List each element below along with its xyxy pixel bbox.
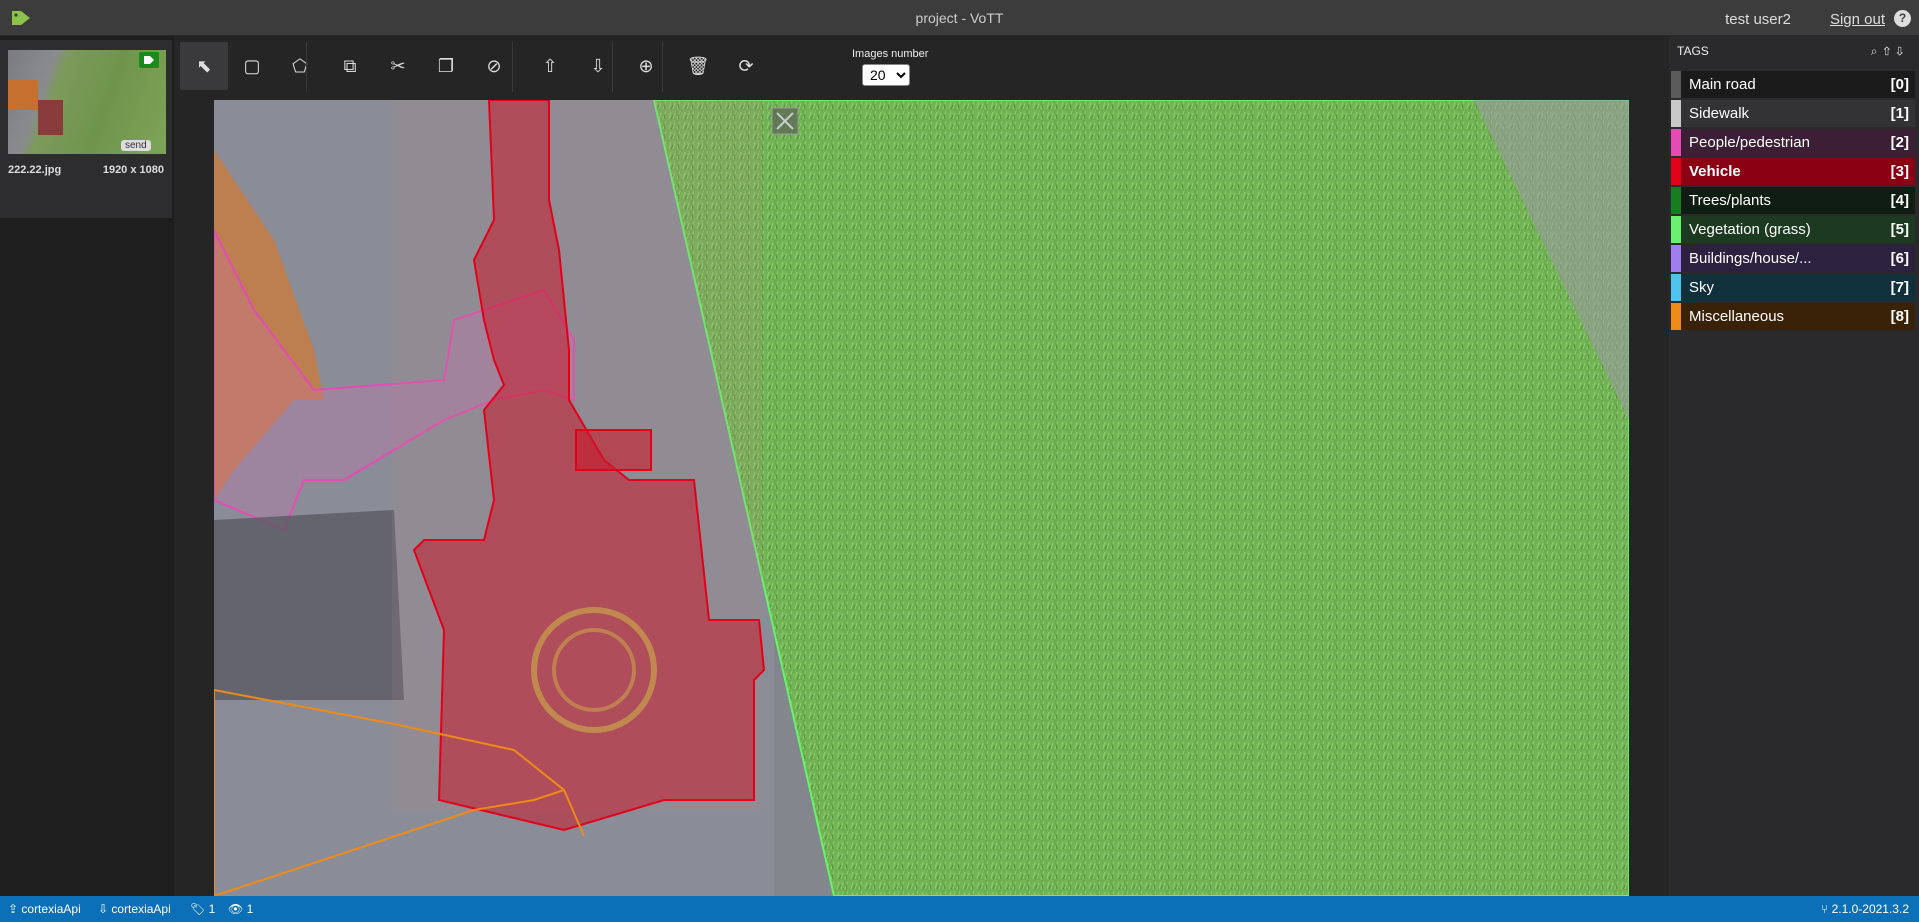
tag-label: Vegetation (grass) [1689, 221, 1811, 238]
thumbnail-sidebar: send 222.22.jpg 1920 x 1080 [0, 36, 174, 896]
tag-hotkey: [8] [1890, 308, 1909, 325]
tag-color-swatch[interactable] [1671, 71, 1681, 98]
tag-item[interactable]: Sky [7] [1671, 274, 1915, 301]
scissors-icon: ✂ [390, 55, 406, 76]
question-circle-icon[interactable]: ? [1894, 10, 1911, 27]
tag-color-swatch[interactable] [1671, 100, 1681, 127]
paste-icon: ❐ [437, 55, 455, 76]
arrow-down-circle-icon: ⇩ [590, 55, 606, 76]
tag-hotkey: [7] [1890, 279, 1909, 296]
tag-label: People/pedestrian [1689, 134, 1810, 151]
tag-color-swatch[interactable] [1671, 129, 1681, 156]
tag-badge-icon [139, 52, 159, 68]
tag-item[interactable]: Trees/plants [4] [1671, 187, 1915, 214]
polygon-tool[interactable]: ⬠ [276, 42, 324, 90]
copy-tool[interactable]: ⧉ [326, 42, 374, 90]
tag-hotkey: [5] [1890, 221, 1909, 238]
images-number-select[interactable]: 20 [862, 64, 910, 86]
select-tool[interactable]: ⬉ [180, 42, 228, 90]
arrow-down-icon[interactable]: ⇩ [1896, 44, 1909, 58]
zoom-in-icon: ⊕ [638, 55, 654, 76]
tag-item[interactable]: People/pedestrian [2] [1671, 129, 1915, 156]
window-title: project - VoTT [915, 10, 1004, 26]
target-connection: ⇩ cortexiaApi [98, 902, 171, 916]
tag-label: Sky [1689, 279, 1715, 296]
tag-label: Sidewalk [1689, 105, 1750, 122]
tag-hotkey: [2] [1890, 134, 1909, 151]
tags-header-icons[interactable]: ⌕⇧⇩ [1871, 44, 1909, 59]
refresh-icon: ⟳ [738, 55, 754, 76]
tag-item[interactable]: Vehicle [3] [1671, 158, 1915, 185]
tag-item[interactable]: Vegetation (grass) [5] [1671, 216, 1915, 243]
status-bar: ⇪ cortexiaApi ⇩ cortexiaApi 🏷 1 👁 1 ⑂ 2.… [0, 896, 1919, 922]
editor-canvas[interactable] [174, 98, 1669, 896]
tags-panel: TAGS ⌕⇧⇩ Main road [0] Sidewalk [1] People/p… [1669, 36, 1919, 896]
tag-color-swatch[interactable] [1671, 158, 1681, 185]
tag-label: Trees/plants [1689, 192, 1771, 209]
source-connection: ⇪ cortexiaApi [8, 902, 81, 916]
images-number-label: Images number [852, 48, 929, 60]
title-bar: project - VoTT test user2 Sign out ? [0, 0, 1919, 36]
toolbar-separator [512, 42, 513, 92]
arrow-up-icon[interactable]: ⇧ [1883, 44, 1896, 58]
tag-label: Miscellaneous [1689, 308, 1785, 325]
tag-hotkey: [3] [1890, 163, 1909, 180]
toolbar-separator [612, 42, 613, 92]
refresh-tool[interactable]: ⟳ [722, 42, 770, 90]
app-version: ⑂ 2.1.0-2021.3.2 [1821, 902, 1909, 916]
tag-color-swatch[interactable] [1671, 274, 1681, 301]
tag-color-swatch[interactable] [1671, 303, 1681, 330]
tag-label: Vehicle [1689, 163, 1741, 180]
tag-hotkey: [6] [1890, 250, 1909, 267]
thumbnail-dimensions: 1920 x 1080 [102, 164, 164, 176]
tag-color-swatch[interactable] [1671, 187, 1681, 214]
rectangle-tool[interactable]: ▢ [228, 42, 276, 90]
rectangle-icon: ▢ [243, 55, 261, 76]
tags-header: TAGS [1677, 44, 1709, 58]
cut-tool[interactable]: ✂ [374, 42, 422, 90]
signout-link[interactable]: Sign out [1830, 11, 1885, 28]
thumbnail-item[interactable]: send 222.22.jpg 1920 x 1080 [0, 40, 172, 218]
trash-icon: 🗑 [686, 55, 710, 76]
tag-hotkey: [1] [1890, 105, 1909, 122]
visited-count: 👁 1 [228, 902, 254, 916]
tag-label: Main road [1689, 76, 1756, 93]
paste-tool[interactable]: ❐ [422, 42, 470, 90]
annotated-image[interactable] [214, 100, 1629, 896]
thumbnail-filename: 222.22.jpg [8, 164, 62, 176]
tag-item[interactable]: Miscellaneous [8] [1671, 303, 1915, 330]
editor-toolbar: ⬉ ▢ ⬠ ⧉ ✂ ❐ ⊘ ⇧ ⇩ ⊕ 🗑 ⟳ Images number 20 [174, 36, 1669, 98]
tagged-count: 🏷 1 [190, 902, 216, 916]
tag-item[interactable]: Buildings/house/... [6] [1671, 245, 1915, 272]
send-badge[interactable]: send [121, 140, 151, 151]
previous-image[interactable]: ⇧ [526, 42, 574, 90]
toolbar-separator [306, 42, 307, 92]
toolbar-separator [662, 42, 663, 92]
tag-label: Buildings/house/... [1689, 250, 1812, 267]
copy-icon: ⧉ [343, 55, 357, 76]
tag-item[interactable]: Sidewalk [1] [1671, 100, 1915, 127]
clear-tool[interactable]: ⊘ [470, 42, 518, 90]
tag-color-swatch[interactable] [1671, 216, 1681, 243]
arrow-up-circle-icon: ⇧ [542, 55, 558, 76]
user-name: test user2 [1725, 11, 1791, 28]
search-icon[interactable]: ⌕ [1871, 44, 1884, 58]
pointer-icon: ⬉ [196, 55, 212, 76]
tag-hotkey: [4] [1890, 192, 1909, 209]
tag-item[interactable]: Main road [0] [1671, 71, 1915, 98]
delete-tool[interactable]: 🗑 [674, 42, 722, 90]
tag-color-swatch[interactable] [1671, 245, 1681, 272]
tag-hotkey: [0] [1890, 76, 1909, 93]
next-image[interactable]: ⇩ [574, 42, 622, 90]
ban-icon: ⊘ [486, 55, 502, 76]
